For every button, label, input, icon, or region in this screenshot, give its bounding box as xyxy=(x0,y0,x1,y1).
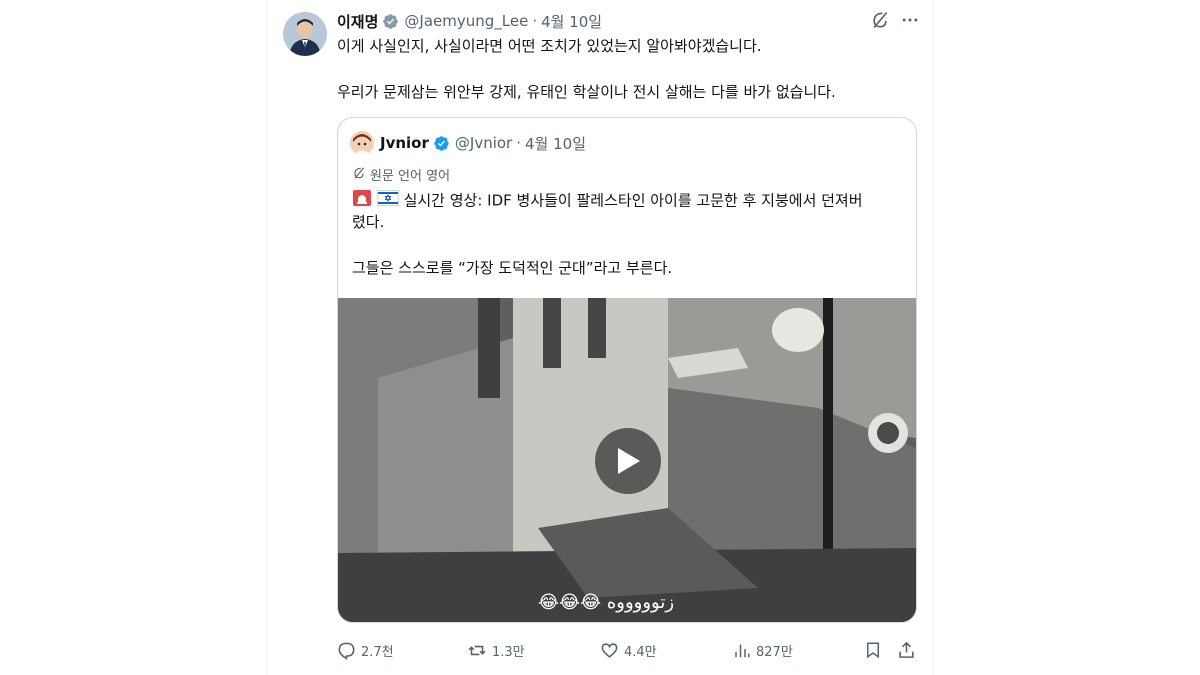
verified-gray-icon xyxy=(382,13,399,30)
view-count: 827만 xyxy=(756,644,793,660)
quote-header: Jvnior @Jvnior · 4월 10일 xyxy=(350,131,586,155)
top-actions xyxy=(870,10,920,30)
author-handle[interactable]: @Jaemyung_Lee xyxy=(404,12,528,30)
reply-icon xyxy=(338,642,355,660)
tweet-text-line-2: 우리가 문제삼는 위안부 강제, 유태인 학살이나 전시 살해는 다를 바가 없… xyxy=(337,83,836,101)
share-button[interactable] xyxy=(897,636,916,664)
author-avatar[interactable] xyxy=(283,12,327,56)
verified-blue-icon xyxy=(433,135,450,152)
repost-count: 1.3만 xyxy=(492,644,525,660)
grok-icon[interactable] xyxy=(870,10,890,30)
like-count: 4.4만 xyxy=(624,644,657,660)
quote-text-main: 실시간 영상: IDF 병사들이 팔레스타인 아이를 고문한 후 지붕에서 던져… xyxy=(403,191,863,210)
video-caption-overlay: 😂😂😂 زتوووووه xyxy=(538,592,675,613)
quote-text-line-3: 그들은 스스로를 “가장 도덕적인 군대”라고 부른다. xyxy=(352,259,673,277)
quote-author-handle[interactable]: @Jvnior xyxy=(455,134,512,152)
quote-text-line-2: 렸다. xyxy=(352,213,385,231)
translation-note[interactable]: 원문 언어 영어 xyxy=(352,165,450,184)
tweet-text-line-1: 이게 사실인지, 사실이라면 어떤 조치가 있었는지 알아봐야겠습니다. xyxy=(337,37,762,55)
quote-dot-separator: · xyxy=(516,134,521,152)
quote-date[interactable]: 4월 10일 xyxy=(525,133,586,154)
author-name[interactable]: 이재명 xyxy=(337,11,378,32)
repost-icon xyxy=(468,645,486,655)
more-icon[interactable] xyxy=(900,10,920,30)
israel-flag-icon xyxy=(376,190,399,212)
quoted-tweet[interactable]: Jvnior @Jvnior · 4월 10일 원문 언어 영어 실시간 영상:… xyxy=(337,117,917,623)
action-bar: 2.7천 1.3만 4.4만 827만 xyxy=(337,636,919,664)
like-button[interactable]: 4.4만 xyxy=(600,636,657,664)
translation-label: 원문 언어 영어 xyxy=(370,169,451,184)
tweet-header: 이재명 @Jaemyung_Lee · 4월 10일 xyxy=(337,9,602,33)
heart-icon xyxy=(601,642,618,658)
views-icon xyxy=(735,644,750,657)
reply-button[interactable]: 2.7천 xyxy=(337,636,394,664)
dot-separator: · xyxy=(532,12,538,30)
share-icon xyxy=(899,641,914,658)
quote-author-name[interactable]: Jvnior xyxy=(380,134,429,152)
video-media[interactable]: 😂😂😂 زتوووووه xyxy=(338,298,916,622)
repost-button[interactable]: 1.3만 xyxy=(467,636,525,664)
bookmark-button[interactable] xyxy=(864,636,882,664)
translate-icon xyxy=(352,166,366,184)
reply-count: 2.7천 xyxy=(361,644,394,660)
play-icon xyxy=(618,448,640,474)
bookmark-icon xyxy=(867,642,879,659)
views-button[interactable]: 827만 xyxy=(733,636,793,664)
quote-author-avatar[interactable] xyxy=(350,131,374,155)
play-button[interactable] xyxy=(595,428,661,494)
siren-icon xyxy=(352,189,372,213)
quote-text-line-1: 실시간 영상: IDF 병사들이 팔레스타인 아이를 고문한 후 지붕에서 던져… xyxy=(352,189,863,213)
tweet-date[interactable]: 4월 10일 xyxy=(541,11,602,32)
